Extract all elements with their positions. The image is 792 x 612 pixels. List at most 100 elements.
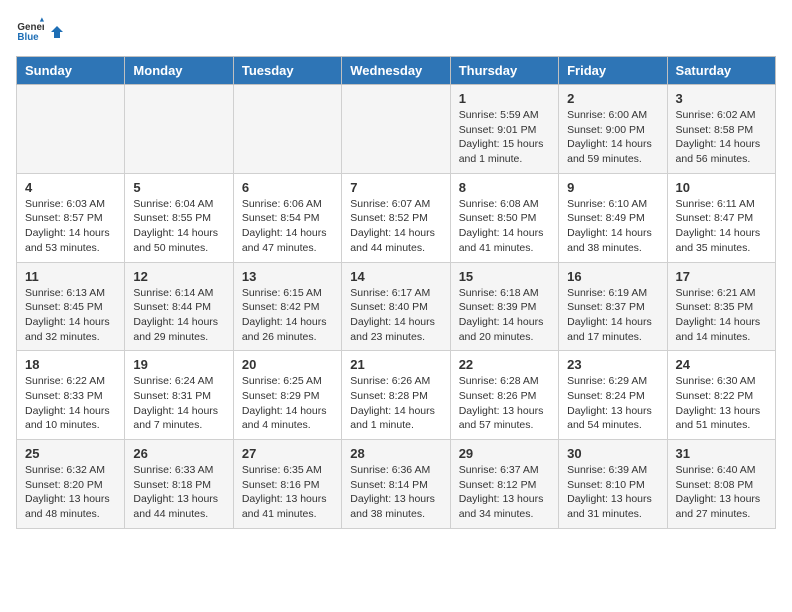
- calendar-cell: 11Sunrise: 6:13 AM Sunset: 8:45 PM Dayli…: [17, 262, 125, 351]
- calendar-cell: 1 Sunrise: 5:59 AM Sunset: 9:01 PM Daylig…: [450, 85, 558, 174]
- day-info: Sunrise: 6:28 AM Sunset: 8:26 PM Dayligh…: [459, 374, 550, 433]
- calendar-cell: 24 Sunrise: 6:30 AM Sunset: 8:22 PM Dayli…: [667, 351, 775, 440]
- calendar-cell: [17, 85, 125, 174]
- day-number: 4: [25, 180, 116, 195]
- day-number: 2: [567, 91, 658, 106]
- calendar-cell: 22 Sunrise: 6:28 AM Sunset: 8:26 PM Dayli…: [450, 351, 558, 440]
- day-info: Sunrise: 5:59 AM Sunset: 9:01 PM Dayligh…: [459, 108, 550, 167]
- logo: General Blue: [16, 16, 66, 44]
- day-number: 23: [567, 357, 658, 372]
- day-info: Sunrise: 6:30 AM Sunset: 8:22 PM Dayligh…: [676, 374, 767, 433]
- day-number: 10: [676, 180, 767, 195]
- day-info: Sunrise: 6:33 AM Sunset: 8:18 PM Dayligh…: [133, 463, 224, 522]
- calendar-cell: 31 Sunrise: 6:40 AM Sunset: 8:08 PM Dayli…: [667, 440, 775, 529]
- day-info: Sunrise: 6:15 AM Sunset: 8:42 PM Dayligh…: [242, 286, 333, 345]
- day-number: 9: [567, 180, 658, 195]
- calendar-cell: [125, 85, 233, 174]
- header-cell-thursday: Thursday: [450, 57, 558, 85]
- calendar-week-row: 18Sunrise: 6:22 AM Sunset: 8:33 PM Dayli…: [17, 351, 776, 440]
- logo-arrow-icon: [49, 24, 65, 40]
- day-number: 17: [676, 269, 767, 284]
- calendar-cell: 12 Sunrise: 6:14 AM Sunset: 8:44 PM Dayli…: [125, 262, 233, 351]
- calendar-cell: 14 Sunrise: 6:17 AM Sunset: 8:40 PM Dayli…: [342, 262, 450, 351]
- calendar-cell: [233, 85, 341, 174]
- day-info: Sunrise: 6:39 AM Sunset: 8:10 PM Dayligh…: [567, 463, 658, 522]
- calendar-cell: 18Sunrise: 6:22 AM Sunset: 8:33 PM Dayli…: [17, 351, 125, 440]
- day-number: 22: [459, 357, 550, 372]
- calendar-cell: [342, 85, 450, 174]
- day-number: 24: [676, 357, 767, 372]
- calendar-cell: 5 Sunrise: 6:04 AM Sunset: 8:55 PM Daylig…: [125, 173, 233, 262]
- calendar-cell: 6 Sunrise: 6:06 AM Sunset: 8:54 PM Daylig…: [233, 173, 341, 262]
- day-number: 31: [676, 446, 767, 461]
- calendar-cell: 21 Sunrise: 6:26 AM Sunset: 8:28 PM Dayli…: [342, 351, 450, 440]
- day-info: Sunrise: 6:32 AM Sunset: 8:20 PM Dayligh…: [25, 463, 116, 522]
- calendar-cell: 10 Sunrise: 6:11 AM Sunset: 8:47 PM Dayli…: [667, 173, 775, 262]
- day-info: Sunrise: 6:35 AM Sunset: 8:16 PM Dayligh…: [242, 463, 333, 522]
- calendar-cell: 28 Sunrise: 6:36 AM Sunset: 8:14 PM Dayli…: [342, 440, 450, 529]
- calendar-cell: 4Sunrise: 6:03 AM Sunset: 8:57 PM Daylig…: [17, 173, 125, 262]
- calendar-cell: 8 Sunrise: 6:08 AM Sunset: 8:50 PM Daylig…: [450, 173, 558, 262]
- day-number: 5: [133, 180, 224, 195]
- day-info: Sunrise: 6:02 AM Sunset: 8:58 PM Dayligh…: [676, 108, 767, 167]
- logo-icon: General Blue: [16, 16, 44, 44]
- calendar-table: SundayMondayTuesdayWednesdayThursdayFrid…: [16, 56, 776, 529]
- day-number: 8: [459, 180, 550, 195]
- day-info: Sunrise: 6:08 AM Sunset: 8:50 PM Dayligh…: [459, 197, 550, 256]
- day-info: Sunrise: 6:10 AM Sunset: 8:49 PM Dayligh…: [567, 197, 658, 256]
- day-info: Sunrise: 6:24 AM Sunset: 8:31 PM Dayligh…: [133, 374, 224, 433]
- day-info: Sunrise: 6:29 AM Sunset: 8:24 PM Dayligh…: [567, 374, 658, 433]
- calendar-cell: 25Sunrise: 6:32 AM Sunset: 8:20 PM Dayli…: [17, 440, 125, 529]
- calendar-cell: 15 Sunrise: 6:18 AM Sunset: 8:39 PM Dayli…: [450, 262, 558, 351]
- svg-text:Blue: Blue: [17, 32, 39, 43]
- day-number: 13: [242, 269, 333, 284]
- calendar-cell: 30 Sunrise: 6:39 AM Sunset: 8:10 PM Dayli…: [559, 440, 667, 529]
- day-info: Sunrise: 6:11 AM Sunset: 8:47 PM Dayligh…: [676, 197, 767, 256]
- day-number: 11: [25, 269, 116, 284]
- calendar-cell: 27 Sunrise: 6:35 AM Sunset: 8:16 PM Dayli…: [233, 440, 341, 529]
- calendar-cell: 17 Sunrise: 6:21 AM Sunset: 8:35 PM Dayli…: [667, 262, 775, 351]
- day-number: 21: [350, 357, 441, 372]
- day-number: 6: [242, 180, 333, 195]
- day-number: 27: [242, 446, 333, 461]
- calendar-cell: 2 Sunrise: 6:00 AM Sunset: 9:00 PM Daylig…: [559, 85, 667, 174]
- day-number: 19: [133, 357, 224, 372]
- day-number: 14: [350, 269, 441, 284]
- day-info: Sunrise: 6:22 AM Sunset: 8:33 PM Dayligh…: [25, 374, 116, 433]
- day-info: Sunrise: 6:06 AM Sunset: 8:54 PM Dayligh…: [242, 197, 333, 256]
- day-number: 29: [459, 446, 550, 461]
- day-info: Sunrise: 6:25 AM Sunset: 8:29 PM Dayligh…: [242, 374, 333, 433]
- calendar-cell: 9 Sunrise: 6:10 AM Sunset: 8:49 PM Daylig…: [559, 173, 667, 262]
- calendar-cell: 3 Sunrise: 6:02 AM Sunset: 8:58 PM Daylig…: [667, 85, 775, 174]
- day-info: Sunrise: 6:17 AM Sunset: 8:40 PM Dayligh…: [350, 286, 441, 345]
- day-number: 3: [676, 91, 767, 106]
- calendar-header-row: SundayMondayTuesdayWednesdayThursdayFrid…: [17, 57, 776, 85]
- day-info: Sunrise: 6:00 AM Sunset: 9:00 PM Dayligh…: [567, 108, 658, 167]
- calendar-cell: 19 Sunrise: 6:24 AM Sunset: 8:31 PM Dayli…: [125, 351, 233, 440]
- day-info: Sunrise: 6:36 AM Sunset: 8:14 PM Dayligh…: [350, 463, 441, 522]
- day-info: Sunrise: 6:21 AM Sunset: 8:35 PM Dayligh…: [676, 286, 767, 345]
- header-cell-sunday: Sunday: [17, 57, 125, 85]
- calendar-cell: 16Sunrise: 6:19 AM Sunset: 8:37 PM Dayli…: [559, 262, 667, 351]
- day-info: Sunrise: 6:40 AM Sunset: 8:08 PM Dayligh…: [676, 463, 767, 522]
- day-number: 1: [459, 91, 550, 106]
- day-info: Sunrise: 6:14 AM Sunset: 8:44 PM Dayligh…: [133, 286, 224, 345]
- day-number: 7: [350, 180, 441, 195]
- header: General Blue: [16, 16, 776, 44]
- calendar-cell: 20 Sunrise: 6:25 AM Sunset: 8:29 PM Dayli…: [233, 351, 341, 440]
- day-info: Sunrise: 6:04 AM Sunset: 8:55 PM Dayligh…: [133, 197, 224, 256]
- day-number: 28: [350, 446, 441, 461]
- day-number: 20: [242, 357, 333, 372]
- calendar-cell: 26Sunrise: 6:33 AM Sunset: 8:18 PM Dayli…: [125, 440, 233, 529]
- day-number: 15: [459, 269, 550, 284]
- day-number: 30: [567, 446, 658, 461]
- day-info: Sunrise: 6:19 AM Sunset: 8:37 PM Dayligh…: [567, 286, 658, 345]
- day-info: Sunrise: 6:18 AM Sunset: 8:39 PM Dayligh…: [459, 286, 550, 345]
- calendar-cell: 7Sunrise: 6:07 AM Sunset: 8:52 PM Daylig…: [342, 173, 450, 262]
- calendar-week-row: 11Sunrise: 6:13 AM Sunset: 8:45 PM Dayli…: [17, 262, 776, 351]
- day-info: Sunrise: 6:26 AM Sunset: 8:28 PM Dayligh…: [350, 374, 441, 433]
- day-info: Sunrise: 6:37 AM Sunset: 8:12 PM Dayligh…: [459, 463, 550, 522]
- header-cell-wednesday: Wednesday: [342, 57, 450, 85]
- calendar-week-row: 4Sunrise: 6:03 AM Sunset: 8:57 PM Daylig…: [17, 173, 776, 262]
- day-number: 12: [133, 269, 224, 284]
